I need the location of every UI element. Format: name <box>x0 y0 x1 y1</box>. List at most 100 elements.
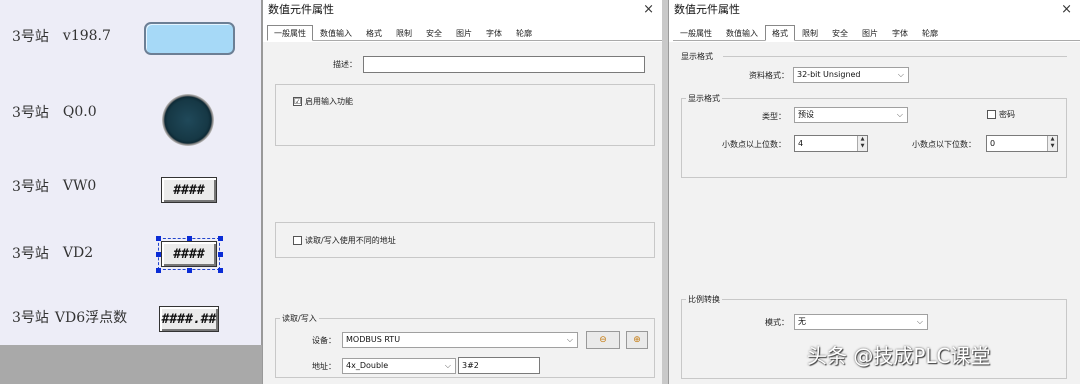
tab-security[interactable]: 安全 <box>825 25 855 40</box>
address-label: 地址： <box>312 362 336 371</box>
tab-font[interactable]: 字体 <box>479 25 509 40</box>
numeric-element-properties-dialog: 数值元件属性 × 一般属性 数值输入 格式 限制 安全 图片 字体 轮廓 描述：… <box>262 0 662 384</box>
resize-handle[interactable] <box>218 268 223 273</box>
tab-numeric-input[interactable]: 数值输入 <box>313 25 359 40</box>
dialog-titlebar: 数值元件属性 × <box>669 0 1080 20</box>
checkbox-icon <box>987 110 996 119</box>
chevron-down-icon: ⌵ <box>897 70 904 79</box>
type-label: 类型： <box>762 112 786 121</box>
tab-bar: 一般属性 数值输入 格式 限制 安全 图片 字体 轮廓 <box>267 25 662 41</box>
spin-arrows-icon[interactable]: ▲ ▼ <box>857 136 867 151</box>
chevron-down-icon: ⌵ <box>896 110 903 119</box>
address-label: VW0 <box>62 178 97 194</box>
integer-digits-value: 4 <box>798 139 804 148</box>
station-label: 3号站 <box>12 105 49 121</box>
tab-picture[interactable]: 图片 <box>449 25 479 40</box>
checkbox-icon <box>293 236 302 245</box>
tab-numeric-input[interactable]: 数值输入 <box>719 25 765 40</box>
dialog-title: 数值元件属性 <box>674 3 740 16</box>
data-format-value: 32-bit Unsigned <box>797 70 861 79</box>
display-format-group: 显示格式 类型： 预设 ⌵ 密码 小数点以上位数： 4 ▲ ▼ 小数点以下位数： … <box>681 93 1067 178</box>
decimal-digits-label: 小数点以下位数： <box>912 140 976 149</box>
tab-limits[interactable]: 限制 <box>795 25 825 40</box>
tab-font[interactable]: 字体 <box>885 25 915 40</box>
address-label: Q0.0 <box>62 104 97 120</box>
tab-picture[interactable]: 图片 <box>855 25 885 40</box>
address-label: VD6浮点数 <box>54 310 128 326</box>
format-group-label: 显示格式 <box>686 93 722 104</box>
resize-handle[interactable] <box>187 236 192 241</box>
scale-group-label: 比例转换 <box>686 294 722 305</box>
decimal-digits-stepper[interactable]: 0 ▲ ▼ <box>986 135 1058 152</box>
address-type-value: 4x_Double <box>346 361 389 370</box>
integer-digits-label: 小数点以上位数： <box>722 140 786 149</box>
dialog-titlebar: 数值元件属性 × <box>263 0 662 20</box>
type-select[interactable]: 预设 ⌵ <box>794 107 908 123</box>
password-checkbox[interactable]: 密码 <box>987 109 1015 120</box>
address-type-select[interactable]: 4x_Double ⌵ <box>342 358 456 374</box>
decimal-digits-value: 0 <box>990 139 996 148</box>
tab-outline[interactable]: 轮廓 <box>915 25 945 40</box>
description-input[interactable] <box>363 56 645 73</box>
numeric-display-vw0[interactable]: #### <box>161 177 217 203</box>
device-settings-button[interactable]: ⊖ <box>586 331 620 349</box>
type-value: 预设 <box>798 110 814 119</box>
row-label: 3号站 Q0.0 <box>12 100 97 124</box>
enable-input-label: 启用输入功能 <box>305 97 353 106</box>
resize-handle[interactable] <box>218 236 223 241</box>
tab-security[interactable]: 安全 <box>419 25 449 40</box>
chevron-down-icon: ⌵ <box>444 361 451 370</box>
resize-handle[interactable] <box>187 268 192 273</box>
resize-handle[interactable] <box>156 252 161 257</box>
address-input[interactable]: 3#2 <box>458 357 540 374</box>
diff-address-label: 读取/写入使用不同的地址 <box>305 236 396 245</box>
row-label: 3号站 VW0 <box>12 174 96 198</box>
read-write-group: 读取/写入 设备： MODBUS RTU ⌵ ⊖ ⊕ 地址： 4x_Double… <box>275 313 655 378</box>
station-label: 3号站 <box>12 310 49 326</box>
mode-select[interactable]: 无 ⌵ <box>794 314 928 330</box>
spin-arrows-icon[interactable]: ▲ ▼ <box>1047 136 1057 151</box>
device-select[interactable]: MODBUS RTU ⌵ <box>342 332 578 348</box>
resize-handle[interactable] <box>156 268 161 273</box>
tab-limits[interactable]: 限制 <box>389 25 419 40</box>
tab-general[interactable]: 一般属性 <box>673 25 719 40</box>
mode-value: 无 <box>798 317 806 326</box>
address-label: v198.7 <box>62 28 111 44</box>
numeric-display-vd2[interactable]: #### <box>158 238 220 270</box>
row-label: 3号站 v198.7 <box>12 24 111 48</box>
mode-label: 模式： <box>765 318 789 327</box>
diff-address-checkbox[interactable]: 读取/写入使用不同的地址 <box>293 235 396 246</box>
close-icon[interactable]: × <box>643 0 654 20</box>
canvas-margin <box>0 345 262 384</box>
tab-general[interactable]: 一般属性 <box>267 25 313 41</box>
bit-display-element[interactable] <box>144 22 235 55</box>
enable-input-checkbox[interactable]: ☑ 启用输入功能 <box>293 96 353 107</box>
data-format-select[interactable]: 32-bit Unsigned ⌵ <box>793 67 909 83</box>
input-function-group: ☑ 启用输入功能 <box>275 84 655 146</box>
numeric-display-vd6[interactable]: ####.## <box>159 306 219 332</box>
diff-address-group: 读取/写入使用不同的地址 <box>275 222 655 258</box>
integer-digits-stepper[interactable]: 4 ▲ ▼ <box>794 135 868 152</box>
watermark: 头条 @技成PLC课堂 <box>807 344 991 368</box>
tab-bar: 一般属性 数值输入 格式 限制 安全 图片 字体 轮廓 <box>673 25 1080 41</box>
row-label: 3号站 VD2 <box>12 241 93 265</box>
indicator-lamp[interactable] <box>162 94 214 146</box>
checkbox-icon: ☑ <box>293 97 302 106</box>
resize-handle[interactable] <box>218 252 223 257</box>
station-label: 3号站 <box>12 29 49 45</box>
tab-format[interactable]: 格式 <box>765 25 795 41</box>
close-icon[interactable]: × <box>1061 0 1072 20</box>
design-canvas[interactable]: 3号站 v198.7 3号站 Q0.0 3号站 VW0 #### 3号站 VD2… <box>0 0 262 345</box>
tab-content: 显示格式 资料格式： 32-bit Unsigned ⌵ 显示格式 类型： 预设… <box>669 42 1080 384</box>
resize-handle[interactable] <box>156 236 161 241</box>
tab-format[interactable]: 格式 <box>359 25 389 40</box>
dialog-title: 数值元件属性 <box>268 3 334 16</box>
station-label: 3号站 <box>12 246 49 262</box>
description-label: 描述： <box>333 60 357 69</box>
data-format-label: 资料格式： <box>749 71 789 80</box>
tab-outline[interactable]: 轮廓 <box>509 25 539 40</box>
tab-content: 描述： ☑ 启用输入功能 读取/写入使用不同的地址 读取/写入 设备： MODB… <box>263 42 662 384</box>
station-label: 3号站 <box>12 179 49 195</box>
display-format-header: 显示格式 <box>681 52 713 61</box>
address-picker-button[interactable]: ⊕ <box>626 331 648 349</box>
